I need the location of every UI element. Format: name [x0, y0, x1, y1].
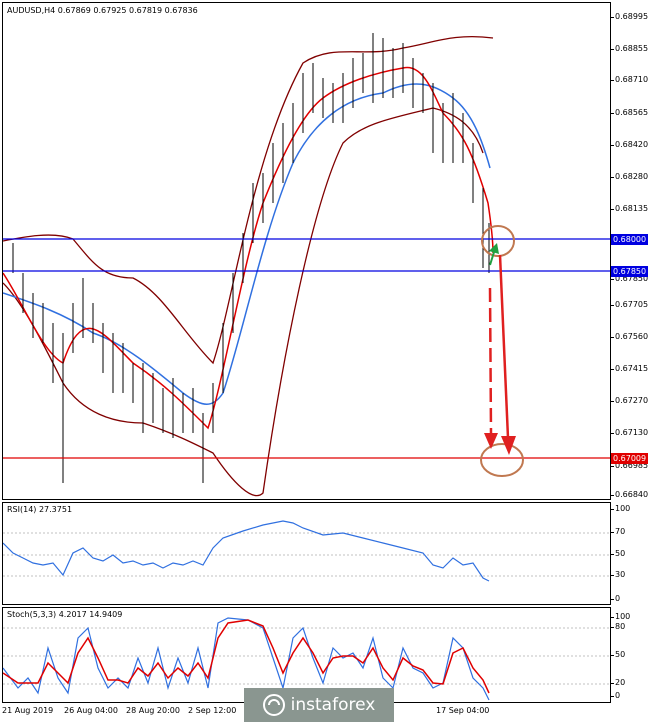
price-tick: 0.68995 [610, 12, 649, 21]
down-arrow-solid-head [501, 436, 516, 455]
lower-circle-annotation [480, 443, 524, 477]
stoch-tick: 20 [610, 678, 626, 687]
price-tick: 0.68565 [610, 108, 649, 117]
time-tick: 26 Aug 04:00 [64, 706, 118, 715]
level-label-0.67850: 0.67850 [611, 266, 649, 277]
price-tick: 0.67415 [610, 364, 649, 373]
rsi-tick: 50 [610, 549, 626, 558]
stoch-axis: 100 80 50 20 0 [610, 607, 665, 703]
down-arrow-solid [498, 254, 510, 439]
price-tick: 0.67130 [610, 428, 649, 437]
stoch-tick: 80 [610, 622, 626, 631]
level-label-0.67009: 0.67009 [611, 453, 649, 464]
price-tick: 0.68710 [610, 75, 649, 84]
price-tick: 0.68420 [610, 140, 649, 149]
rsi-tick: 100 [610, 504, 631, 513]
price-chart-svg [3, 33, 610, 497]
slow-ma [3, 83, 491, 405]
price-tick: 0.68855 [610, 44, 649, 53]
upper-band [3, 35, 494, 365]
candles [12, 33, 490, 483]
down-arrow-dashed-head [484, 433, 498, 449]
lower-band [3, 107, 484, 497]
rsi-tick: 70 [610, 527, 626, 536]
rsi-svg [3, 520, 610, 582]
rsi-axis: 100 70 50 30 0 [610, 502, 665, 605]
down-arrow-dashed [488, 287, 493, 434]
rsi-tick: 30 [610, 570, 626, 579]
stoch-tick: 50 [610, 650, 626, 659]
up-arrow-head [489, 243, 499, 254]
level-label-0.68000: 0.68000 [611, 234, 649, 245]
rsi-line [3, 520, 490, 582]
time-tick: 28 Aug 20:00 [126, 706, 180, 715]
price-tick: 0.67705 [610, 300, 649, 309]
fast-ma [3, 66, 494, 430]
price-chart-pane[interactable]: AUDUSD,H4 0.67869 0.67925 0.67819 0.6783… [2, 2, 611, 500]
time-tick: 2 Sep 12:00 [188, 706, 237, 715]
time-tick: 21 Aug 2019 [2, 706, 54, 715]
price-tick: 0.68280 [610, 172, 649, 181]
price-tick: 0.67560 [610, 332, 649, 341]
price-tick: 0.67270 [610, 396, 649, 405]
price-axis: 0.68995 0.68855 0.68710 0.68565 0.68420 … [610, 2, 665, 500]
stoch-tick: 100 [610, 612, 631, 621]
watermark-banner: instaforex [244, 688, 394, 722]
rsi-pane[interactable]: RSI(14) 27.3751 [2, 502, 611, 605]
instaforex-logo-icon [262, 694, 285, 716]
time-tick: 17 Sep 04:00 [436, 706, 490, 715]
stoch-tick: 0 [610, 691, 621, 700]
price-tick: 0.66840 [610, 490, 649, 499]
rsi-tick: 0 [610, 594, 621, 603]
watermark-text: instaforex [290, 695, 376, 715]
price-tick: 0.68135 [610, 204, 649, 213]
